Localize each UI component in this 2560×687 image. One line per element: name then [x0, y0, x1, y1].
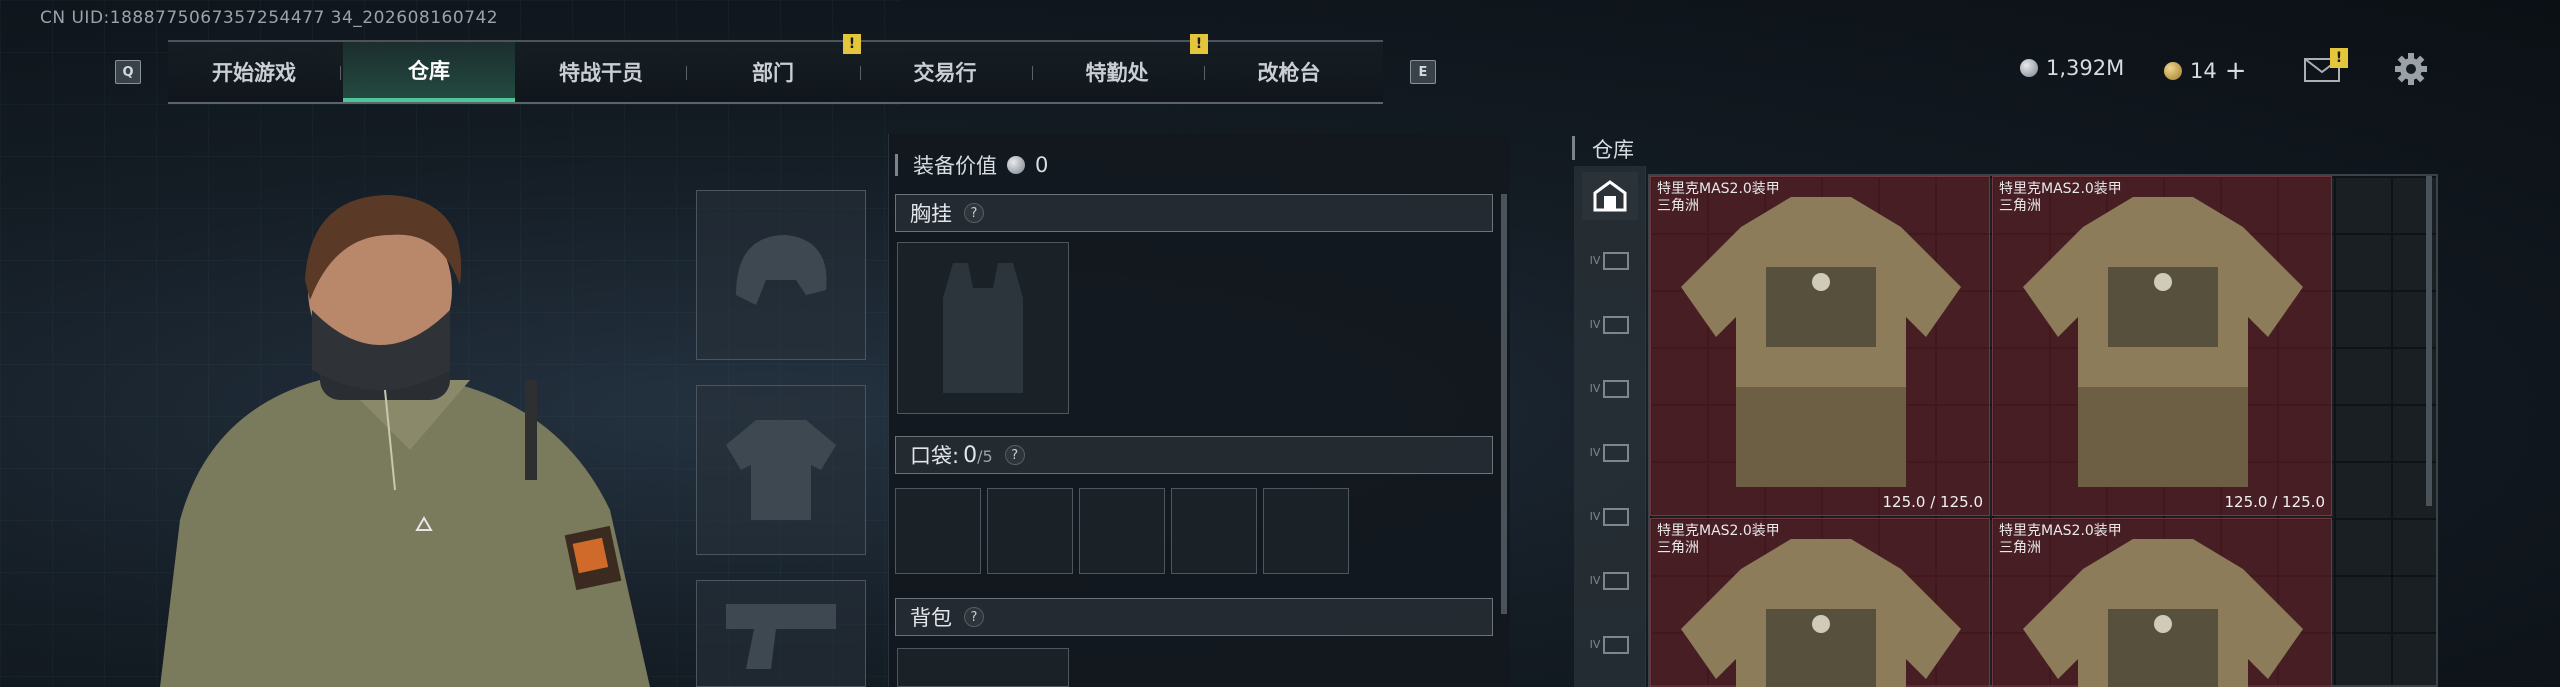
storage-scrollbar[interactable]	[2426, 176, 2432, 506]
pocket-header: 口袋: 0/5 ?	[895, 436, 1493, 474]
backpack-header: 背包 ?	[895, 598, 1493, 636]
gold-amount: 14	[2190, 59, 2217, 83]
backpack-slot[interactable]	[897, 648, 1069, 687]
settings-gear-icon[interactable]	[2394, 52, 2428, 86]
tab-storage-6[interactable]: IV	[1582, 556, 1638, 604]
chest-rig-help-icon[interactable]: ?	[964, 203, 984, 223]
tab-all-storage[interactable]	[1582, 172, 1638, 220]
pocket-slot[interactable]	[1263, 488, 1349, 574]
item-durability: 125.0 / 125.0	[2224, 493, 2325, 511]
pocket-total: /5	[977, 446, 993, 466]
storage-box-icon	[1603, 316, 1630, 334]
backpack-label: 背包	[910, 606, 952, 630]
equipment-value-label: 装备价值	[913, 154, 997, 178]
helmet-icon	[736, 235, 827, 305]
gold-coin-icon	[2164, 62, 2182, 80]
body-armor-icon	[726, 420, 836, 520]
pocket-slot[interactable]	[987, 488, 1073, 574]
panel-marker	[1572, 136, 1575, 160]
tab-operators[interactable]: 特战干员	[515, 42, 687, 102]
tab-level-tag: IV	[1589, 253, 1601, 267]
chest-rig-icon	[943, 263, 1023, 393]
add-gold-button[interactable]: +	[2225, 56, 2247, 86]
equipment-value: 装备价值 0	[913, 150, 1048, 180]
storage-title: 仓库	[1592, 138, 1634, 162]
silver-coin-icon	[1007, 156, 1025, 174]
item-name: 特里克MAS2.0装甲 三角洲	[1657, 523, 1780, 556]
silver-coin-icon	[2020, 59, 2038, 77]
tab-storage-2[interactable]: IV	[1582, 300, 1638, 348]
item-name: 特里克MAS2.0装甲 三角洲	[1657, 181, 1780, 214]
tab-level-tag: IV	[1589, 509, 1601, 523]
nav-divider	[340, 66, 341, 80]
tab-storage-7[interactable]: IV	[1582, 620, 1638, 668]
pocket-label: 口袋:	[910, 444, 960, 468]
operator-character[interactable]	[140, 190, 680, 687]
special-ops-alert-badge: !	[1190, 34, 1208, 54]
equipment-scrollbar[interactable]	[1501, 194, 1507, 614]
pistol-icon	[726, 603, 836, 669]
department-alert-badge: !	[843, 34, 861, 54]
tab-department[interactable]: 部门	[687, 42, 859, 102]
tab-storage-3[interactable]: IV	[1582, 364, 1638, 412]
tab-storage-1[interactable]: IV	[1582, 236, 1638, 284]
helmet-slot[interactable]	[696, 190, 866, 360]
equipment-value-amount: 0	[1035, 153, 1049, 177]
sidearm-slot[interactable]	[696, 580, 866, 687]
storage-box-icon	[1603, 252, 1630, 270]
pocket-slot[interactable]	[1171, 488, 1257, 574]
tab-warehouse[interactable]: 仓库	[343, 42, 515, 102]
equipment-panel: 装备价值 0 胸挂 ? 口袋: 0/5 ? 背包 ?	[888, 134, 1510, 687]
storage-home-icon	[1593, 180, 1627, 212]
tab-level-tag: IV	[1589, 573, 1601, 587]
storage-box-icon	[1603, 380, 1630, 398]
chest-rig-header: 胸挂 ?	[895, 194, 1493, 232]
backpack-help-icon[interactable]: ?	[964, 607, 984, 627]
armor-slot[interactable]	[696, 385, 866, 555]
storage-box-icon	[1603, 444, 1630, 462]
silver-amount: 1,392M	[2046, 56, 2125, 80]
mail-alert-badge: !	[2330, 48, 2348, 68]
storage-filter-tabs: IV IV IV IV IV IV IV	[1574, 166, 1646, 687]
body-armor-icon	[1681, 197, 1961, 487]
body-armor-icon	[2023, 197, 2303, 487]
silver-currency: 1,392M	[2020, 56, 2124, 80]
storage-item[interactable]: 特里克MAS2.0装甲 三角洲 125.0 / 125.0	[1650, 176, 1990, 516]
tab-special-ops[interactable]: 特勤处	[1031, 42, 1203, 102]
chest-rig-label: 胸挂	[910, 202, 952, 226]
pocket-help-icon[interactable]: ?	[1004, 445, 1025, 465]
storage-item[interactable]: 特里克MAS2.0装甲 三角洲	[1650, 518, 1990, 687]
pocket-slot[interactable]	[895, 488, 981, 574]
tab-start-game[interactable]: 开始游戏	[168, 42, 340, 102]
tab-level-tag: IV	[1589, 637, 1601, 651]
chest-rig-slot[interactable]	[897, 242, 1069, 414]
storage-item[interactable]: 特里克MAS2.0装甲 三角洲 125.0 / 125.0	[1992, 176, 2332, 516]
pocket-used: 0	[963, 442, 978, 468]
tab-storage-5[interactable]: IV	[1582, 492, 1638, 540]
tab-gunsmith[interactable]: 改枪台	[1203, 42, 1375, 102]
tab-storage-4[interactable]: IV	[1582, 428, 1638, 476]
nav-prev-key-hint[interactable]: Q	[115, 60, 141, 84]
storage-item[interactable]: 特里克MAS2.0装甲 三角洲	[1992, 518, 2332, 687]
player-uid: CN UID:1888775067357254477 34_2026081607…	[40, 8, 499, 28]
tab-trading[interactable]: 交易行	[859, 42, 1031, 102]
storage-box-icon	[1603, 572, 1630, 590]
item-durability: 125.0 / 125.0	[1882, 493, 1983, 511]
storage-box-icon	[1603, 508, 1630, 526]
panel-marker	[895, 154, 898, 176]
storage-box-icon	[1603, 636, 1630, 654]
item-name: 特里克MAS2.0装甲 三角洲	[1999, 181, 2122, 214]
pocket-slot[interactable]	[1079, 488, 1165, 574]
gold-currency: 14 +	[2164, 56, 2247, 86]
tab-level-tag: IV	[1589, 317, 1601, 331]
tab-level-tag: IV	[1589, 381, 1601, 395]
nav-next-key-hint[interactable]: E	[1410, 60, 1436, 84]
storage-grid: 特里克MAS2.0装甲 三角洲 125.0 / 125.0 特里克MAS2.0装甲…	[1648, 174, 2438, 687]
tab-level-tag: IV	[1589, 445, 1601, 459]
item-name: 特里克MAS2.0装甲 三角洲	[1999, 523, 2122, 556]
